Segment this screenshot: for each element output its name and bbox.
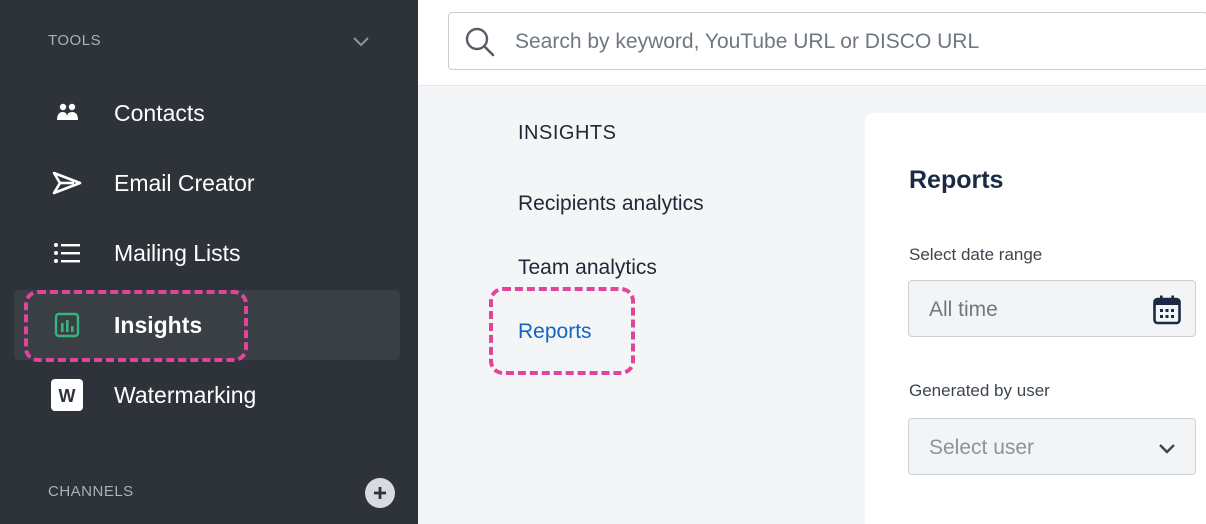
highlight-reports (489, 287, 635, 375)
sidebar: TOOLS Contacts Email Creator Mailing Lis… (0, 0, 418, 524)
list-icon (50, 236, 84, 270)
chevron-down-icon[interactable] (350, 30, 372, 52)
search-input[interactable]: Search by keyword, YouTube URL or DISCO … (448, 12, 1206, 70)
user-select-placeholder: Select user (929, 436, 1035, 459)
sidebar-item-label: Mailing Lists (114, 239, 241, 266)
date-range-value: All time (929, 298, 998, 321)
sidebar-item-mailing-lists[interactable]: Mailing Lists (14, 218, 400, 288)
generated-by-user-label: Generated by user (909, 381, 1050, 400)
nav-team-analytics[interactable]: Team analytics (518, 256, 657, 280)
chevron-down-icon (1159, 444, 1175, 454)
date-range-label: Select date range (909, 245, 1043, 264)
date-range-field[interactable]: All time (908, 280, 1196, 337)
sidebar-item-watermarking[interactable]: W Watermarking (14, 360, 400, 430)
tools-section-header: TOOLS (48, 32, 102, 49)
add-channel-button[interactable] (365, 478, 395, 508)
contacts-icon (50, 96, 84, 130)
calendar-icon[interactable] (1153, 295, 1181, 325)
nav-recipients-analytics[interactable]: Recipients analytics (518, 192, 704, 216)
plus-icon (374, 487, 386, 499)
channels-section-header: CHANNELS (48, 483, 134, 500)
reports-card: Reports Select date range All time Gener… (865, 113, 1206, 524)
insights-nav-title: INSIGHTS (518, 122, 617, 144)
top-bar: Search by keyword, YouTube URL or DISCO … (418, 0, 1206, 86)
send-icon (50, 166, 84, 200)
search-placeholder: Search by keyword, YouTube URL or DISCO … (515, 30, 980, 53)
svg-text:W: W (59, 386, 76, 406)
sidebar-item-contacts[interactable]: Contacts (14, 78, 400, 148)
sidebar-item-label: Email Creator (114, 169, 255, 196)
sidebar-item-label: Contacts (114, 99, 205, 126)
user-select[interactable]: Select user (908, 418, 1196, 475)
highlight-insights (24, 290, 248, 362)
search-icon (465, 27, 495, 57)
card-title: Reports (909, 166, 1004, 194)
watermark-icon: W (50, 378, 84, 412)
sidebar-item-email-creator[interactable]: Email Creator (14, 148, 400, 218)
sidebar-item-label: Watermarking (114, 381, 257, 408)
